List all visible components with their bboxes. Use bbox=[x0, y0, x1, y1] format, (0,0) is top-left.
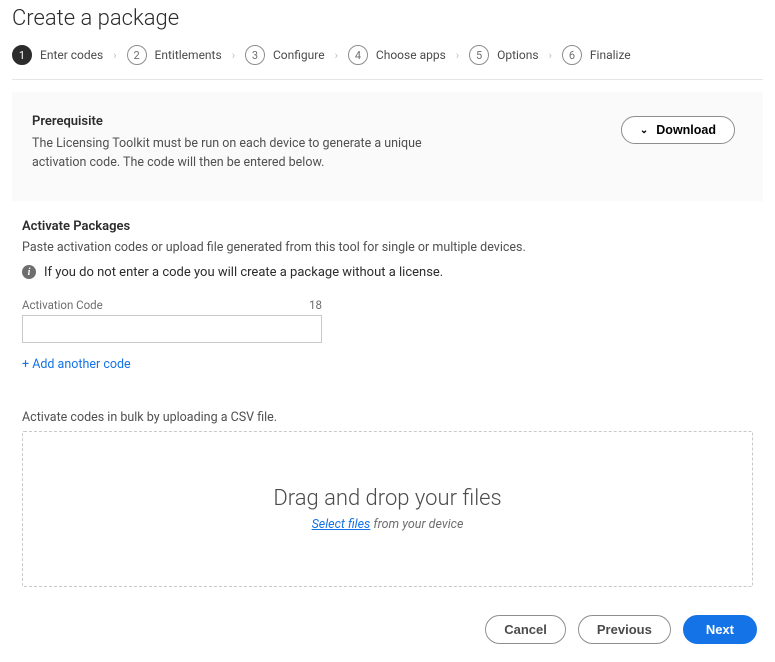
step-choose-apps[interactable]: 4 Choose apps bbox=[348, 45, 446, 65]
step-configure[interactable]: 3 Configure bbox=[245, 45, 325, 65]
prerequisite-panel: Prerequisite The Licensing Toolkit must … bbox=[12, 92, 763, 201]
step-options[interactable]: 5 Options bbox=[469, 45, 539, 65]
previous-button[interactable]: Previous bbox=[578, 615, 671, 644]
step-label: Options bbox=[497, 48, 539, 62]
download-button[interactable]: ⌄ Download bbox=[621, 116, 735, 144]
step-finalize[interactable]: 6 Finalize bbox=[562, 45, 631, 65]
activate-info-text: If you do not enter a code you will crea… bbox=[44, 265, 443, 280]
step-number: 4 bbox=[348, 45, 368, 65]
step-label: Choose apps bbox=[376, 48, 446, 62]
activation-code-input[interactable] bbox=[22, 315, 322, 343]
download-label: Download bbox=[656, 123, 716, 137]
chevron-right-icon: › bbox=[452, 49, 463, 62]
step-label: Enter codes bbox=[40, 48, 103, 62]
next-button[interactable]: Next bbox=[683, 615, 757, 644]
step-number: 1 bbox=[12, 45, 32, 65]
activate-heading: Activate Packages bbox=[22, 219, 753, 234]
page-title: Create a package bbox=[12, 6, 763, 31]
bulk-upload-label: Activate codes in bulk by uploading a CS… bbox=[22, 410, 753, 425]
wizard-steps: 1 Enter codes › 2 Entitlements › 3 Confi… bbox=[12, 45, 763, 80]
chevron-down-icon: ⌄ bbox=[640, 125, 648, 136]
activate-info: i If you do not enter a code you will cr… bbox=[22, 265, 753, 280]
prerequisite-text: The Licensing Toolkit must be run on eac… bbox=[32, 135, 432, 173]
step-enter-codes[interactable]: 1 Enter codes bbox=[12, 45, 103, 65]
step-label: Finalize bbox=[590, 48, 631, 62]
footer-actions: Cancel Previous Next bbox=[12, 587, 763, 650]
step-label: Entitlements bbox=[155, 48, 222, 62]
step-entitlements[interactable]: 2 Entitlements bbox=[127, 45, 222, 65]
info-icon: i bbox=[22, 265, 36, 279]
step-number: 5 bbox=[469, 45, 489, 65]
activation-code-charcount: 18 bbox=[309, 298, 322, 312]
activation-code-label: Activation Code bbox=[22, 298, 103, 312]
dropzone-subtitle: Select files from your device bbox=[312, 517, 464, 532]
dropzone-suffix: from your device bbox=[370, 517, 463, 532]
step-number: 6 bbox=[562, 45, 582, 65]
activate-subtext: Paste activation codes or upload file ge… bbox=[22, 240, 753, 255]
step-number: 3 bbox=[245, 45, 265, 65]
cancel-button[interactable]: Cancel bbox=[485, 615, 566, 644]
step-number: 2 bbox=[127, 45, 147, 65]
chevron-right-icon: › bbox=[331, 49, 342, 62]
file-dropzone[interactable]: Drag and drop your files Select files fr… bbox=[22, 431, 753, 587]
select-files-link[interactable]: Select files bbox=[312, 517, 371, 532]
chevron-right-icon: › bbox=[228, 49, 239, 62]
add-another-code-link[interactable]: + Add another code bbox=[22, 357, 131, 372]
chevron-right-icon: › bbox=[109, 49, 120, 62]
chevron-right-icon: › bbox=[545, 49, 556, 62]
dropzone-title: Drag and drop your files bbox=[273, 486, 501, 511]
step-label: Configure bbox=[273, 48, 325, 62]
